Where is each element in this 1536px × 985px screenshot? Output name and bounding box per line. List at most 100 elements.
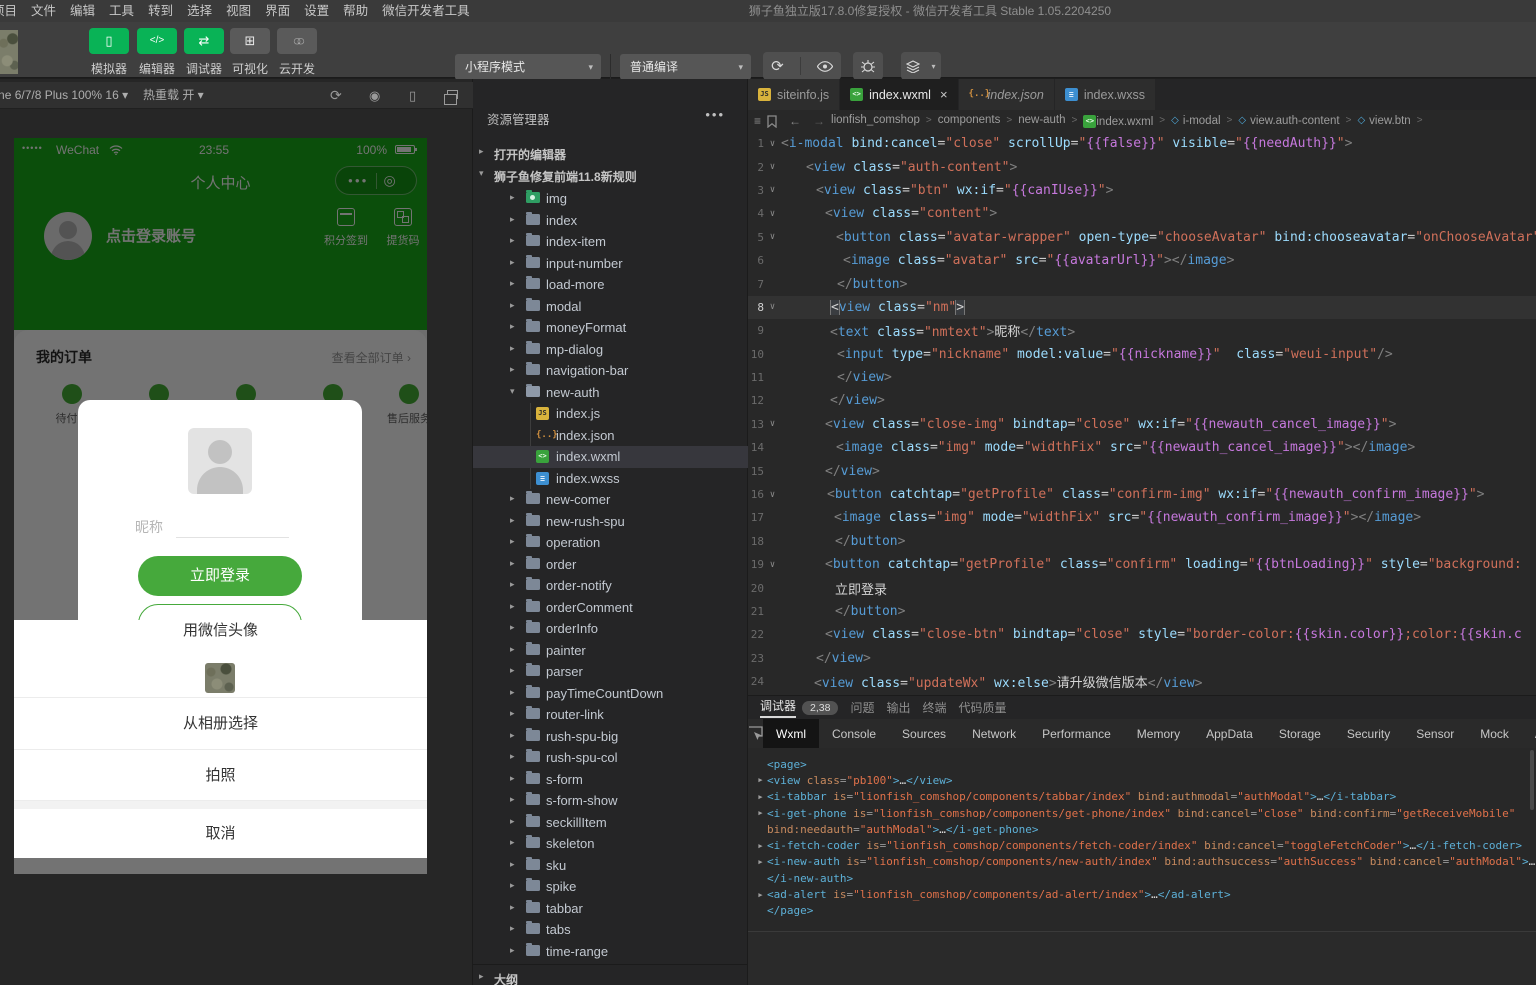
nickname-input[interactable]: 昵称 [135,517,163,537]
tree-folder-load-more[interactable]: ▸ load-more [473,274,748,296]
tree-folder-tabbar[interactable]: ▸ tabbar [473,898,748,920]
code-line-12[interactable]: 12 </view> [748,389,1536,412]
code-line-6[interactable]: 6 <image class="avatar" src="{{avatarUrl}… [748,249,1536,272]
tree-folder-parser[interactable]: ▸ parser [473,661,748,683]
devtools-tab-Performance[interactable]: Performance [1029,719,1124,748]
avatar-placeholder[interactable] [188,428,252,494]
wxml-tree-row[interactable]: ▶ <view class = "pb100" >… </view> [754,772,1536,788]
code-line-23[interactable]: 23 </view> [748,647,1536,670]
tree-folder-new-auth[interactable]: ▾ new-auth [473,382,748,404]
code-line-1[interactable]: 1 ∨ <i-modal bind:cancel="close" scrollUp=… [748,132,1536,155]
menu-item-界面[interactable]: 界面 [258,0,297,22]
tree-file-index.js[interactable]: JS index.js [473,403,748,425]
devtools-tab-Console[interactable]: Console [819,719,889,748]
wxml-tree[interactable]: <page> ▶ <view class = "pb100" >… </view> ▶ <i-t… [748,748,1536,931]
wxml-tree-row[interactable]: <page> [754,756,1536,772]
menu-item-编辑[interactable]: 编辑 [63,0,102,22]
code-line-9[interactable]: 9 <text class="nmtext">昵称</text> [748,319,1536,342]
open-editors-section[interactable]: ▸ 打开的编辑器 [473,142,748,164]
action-sheet-item-拍照[interactable]: 拍照 [14,750,427,801]
wxml-tree-row[interactable]: ▶ <i-new-auth is = "lionfish_comshop/compon… [754,854,1536,870]
action-sheet-item-从相册选择[interactable]: 从相册选择 [14,698,427,750]
device-debug-button[interactable] [853,52,883,80]
back-arrow-icon[interactable]: ← [789,114,801,128]
panel-tab-代码质量[interactable]: 代码质量 [959,699,1007,716]
code-line-5[interactable]: 5 ∨ <button class="avatar-wrapper" open-ty… [748,226,1536,249]
menu-item-转到[interactable]: 转到 [141,0,180,22]
code-line-7[interactable]: 7 </button> [748,272,1536,295]
menu-item-文件[interactable]: 文件 [24,0,63,22]
expand-arrow-icon[interactable]: ▶ [754,776,767,784]
tree-folder-img[interactable]: ▸ img [473,188,748,210]
editor-toggle-button[interactable]: </> 编辑器 [133,28,181,77]
tree-folder-operation[interactable]: ▸ operation [473,532,748,554]
code-line-24[interactable]: 24 <view class="updateWx" wx:else>请升级微信版本… [748,670,1536,693]
devtools-tab-Network[interactable]: Network [959,719,1029,748]
tree-folder-s-form-show[interactable]: ▸ s-form-show [473,790,748,812]
wxml-tree-row[interactable]: </page> [754,903,1536,919]
mode-dropdown[interactable]: 小程序模式 ▾ [455,54,601,80]
tree-folder-painter[interactable]: ▸ painter [473,640,748,662]
compile-mode-dropdown[interactable]: 普通编译 ▾ [620,54,751,80]
devtools-tab-Mock[interactable]: Mock [1467,719,1522,748]
menu-item-工具[interactable]: 工具 [102,0,141,22]
wxml-tree-row[interactable]: ▶ <ad-alert is = "lionfish_comshop/componen… [754,886,1536,902]
editor-tab-index.wxss[interactable]: ≡ index.wxss [1054,79,1156,110]
expand-arrow-icon[interactable]: ▶ [754,858,767,866]
tree-folder-navigation-bar[interactable]: ▸ navigation-bar [473,360,748,382]
wxml-tree-row[interactable]: bind:needauth = "authModal" >… </i-get-phone… [754,821,1536,837]
tree-folder-new-comer[interactable]: ▸ new-comer [473,489,748,511]
tree-folder-rush-spu-big[interactable]: ▸ rush-spu-big [473,726,748,748]
tree-folder-sku[interactable]: ▸ sku [473,855,748,877]
tree-folder-s-form[interactable]: ▸ s-form [473,769,748,791]
record-icon[interactable]: ◉ [369,82,380,109]
code-line-15[interactable]: 15 </view> [748,459,1536,482]
tree-folder-index[interactable]: ▸ index [473,210,748,232]
expand-arrow-icon[interactable]: ▶ [754,891,767,899]
code-line-14[interactable]: 14 <image class="img" mode="widthFix" src… [748,436,1536,459]
tree-folder-new-rush-spu[interactable]: ▸ new-rush-spu [473,511,748,533]
account-avatar[interactable] [0,30,18,74]
tree-folder-payTimeCountDown[interactable]: ▸ payTimeCountDown [473,683,748,705]
panel-tab-输出[interactable]: 输出 [886,699,910,716]
menu-item-视图[interactable]: 视图 [219,0,258,22]
cloud-dev-button[interactable]: ◌◌ 云开发 [273,28,321,77]
code-editor[interactable]: 1 ∨ <i-modal bind:cancel="close" scrollUp=… [748,132,1536,695]
phone-view-icon[interactable]: ▯ [409,82,416,109]
code-line-18[interactable]: 18 </button> [748,530,1536,553]
tree-file-index.wxml[interactable]: <> index.wxml [473,446,748,468]
code-line-10[interactable]: 10 <input type="nickname" model:value="{{… [748,343,1536,366]
code-line-20[interactable]: 20 立即登录 [748,576,1536,599]
expand-arrow-icon[interactable]: ▶ [754,793,767,801]
tree-folder-rush-spu-col[interactable]: ▸ rush-spu-col [473,747,748,769]
breadcrumb-item-view.auth-content[interactable]: ◇ view.auth-content [1238,115,1339,127]
close-tab-icon[interactable]: × [940,87,948,102]
breadcrumb-item-index.wxml[interactable]: <> index.wxml [1083,115,1153,128]
debugger-toggle-button[interactable]: ⇄ 调试器 [180,28,228,77]
breadcrumb-item-new-auth[interactable]: new-auth [1018,114,1065,126]
devtools-tab-AppData[interactable]: AppData [1193,719,1266,748]
wechat-avatar-thumb[interactable] [205,663,235,693]
tree-folder-orderInfo[interactable]: ▸ orderInfo [473,618,748,640]
panel-tab-调试器[interactable]: 调试器 [760,697,797,718]
outline-list-icon[interactable]: ≡ [754,114,761,128]
expand-arrow-icon[interactable]: ▶ [754,842,767,850]
code-line-22[interactable]: 22 <view class="close-btn" bindtap="close… [748,623,1536,646]
devtools-tab-Memory[interactable]: Memory [1124,719,1193,748]
code-line-8[interactable]: 8 ∨ <view class="nm"> [748,295,1536,320]
code-line-13[interactable]: 13 ∨ <view class="close-img" bindtap="clos… [748,413,1536,436]
devtools-tab-Sensor[interactable]: Sensor [1403,719,1467,748]
code-line-11[interactable]: 11 </view> [748,366,1536,389]
action-sheet-cancel[interactable]: 取消 [14,809,427,858]
menu-item-选择[interactable]: 选择 [180,0,219,22]
tree-folder-tabs[interactable]: ▸ tabs [473,919,748,941]
clear-cache-button[interactable]: ▾ [901,52,941,80]
outline-section[interactable]: ▸ 大纲 [473,964,748,985]
menu-item-帮助[interactable]: 帮助 [336,0,375,22]
code-line-16[interactable]: 16 ∨ <button catchtap="getProfile" class="… [748,483,1536,506]
breadcrumb-item-components[interactable]: components [938,114,1001,126]
bookmark-icon[interactable] [767,114,777,128]
code-line-21[interactable]: 21 </button> [748,600,1536,623]
panel-tab-问题[interactable]: 问题 [850,699,874,716]
forward-arrow-icon[interactable]: → [813,114,825,128]
